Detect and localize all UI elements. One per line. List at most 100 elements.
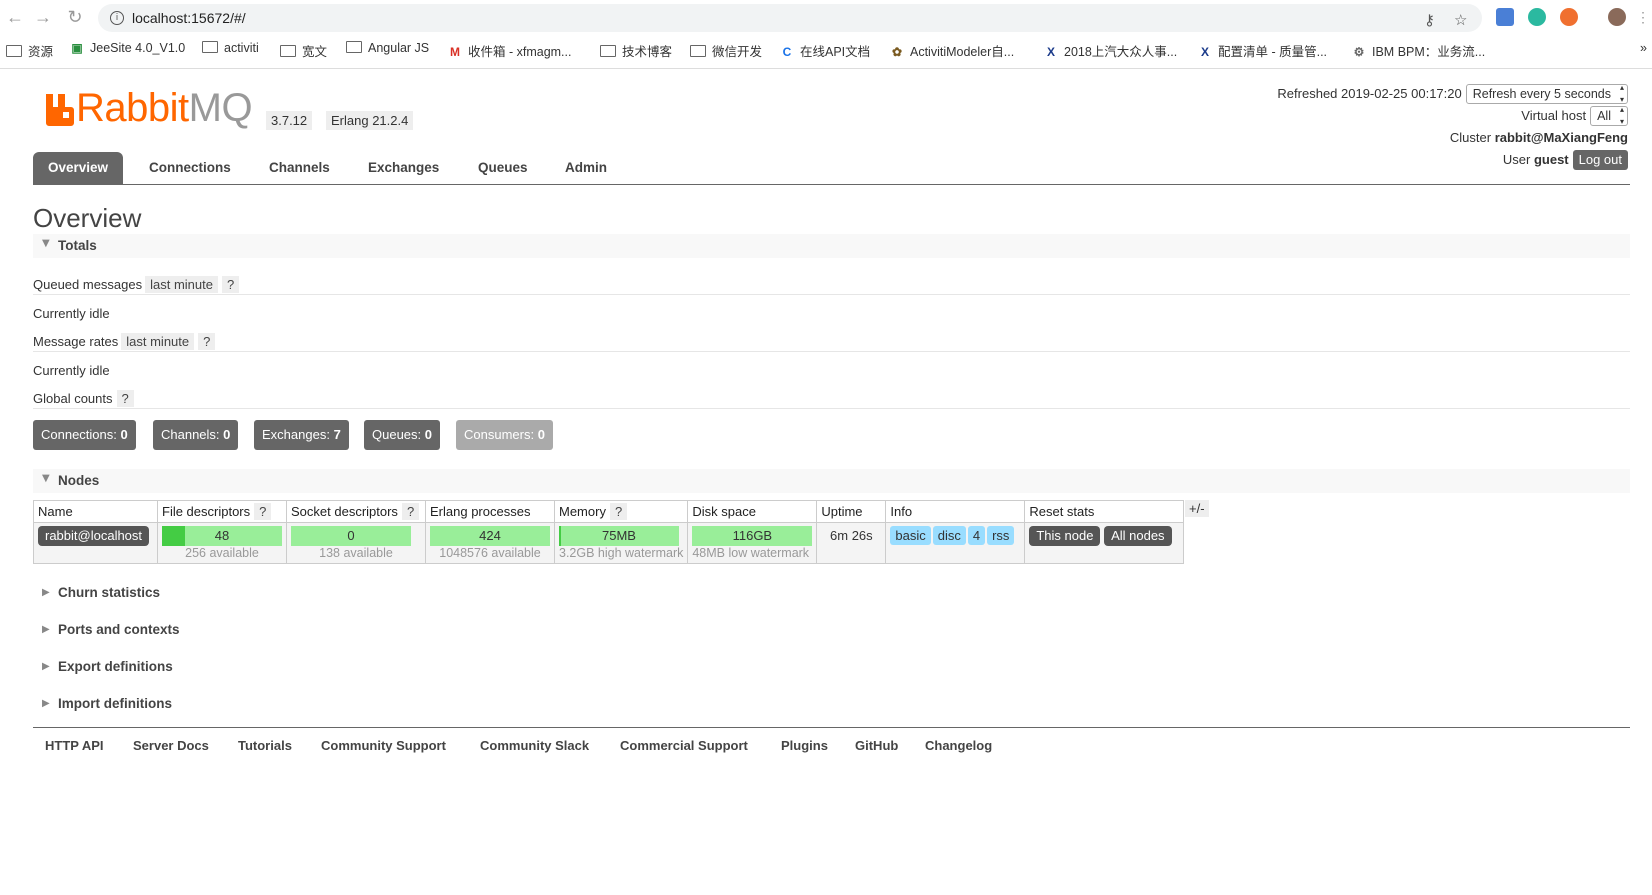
column-header: Name bbox=[33, 500, 158, 523]
channels-count-button[interactable]: Channels: 0 bbox=[153, 420, 239, 450]
connections-count-button[interactable]: Connections: 0 bbox=[33, 420, 136, 450]
bookmarks-overflow[interactable]: » bbox=[1640, 41, 1647, 55]
bookmark-folder[interactable]: 技术博客 bbox=[600, 41, 672, 60]
file-descriptors-cell: 48 256 available bbox=[157, 522, 287, 564]
footer-link-plugins[interactable]: Plugins bbox=[781, 738, 828, 753]
reset-all-nodes-button[interactable]: All nodes bbox=[1104, 526, 1172, 546]
expanded-triangle-icon: ▼ bbox=[42, 473, 50, 484]
node-name-link[interactable]: rabbit@localhost bbox=[38, 526, 150, 546]
bookmark[interactable]: ▣ JeeSite 4.0_V1.0 bbox=[70, 41, 185, 55]
column-header: File descriptors? bbox=[157, 500, 287, 523]
refresh-select[interactable]: Refresh every 5 seconds bbox=[1465, 82, 1628, 106]
footer-link-commercial-support[interactable]: Commercial Support bbox=[620, 738, 748, 753]
table-header-row: Name File descriptors? Socket descriptor… bbox=[33, 500, 1185, 523]
tab-admin[interactable]: Admin bbox=[565, 152, 607, 184]
bookmark[interactable]: ⚙ IBM BPM：业务流... bbox=[1352, 41, 1486, 60]
logo-wordmark: RabbitMQ bbox=[76, 86, 253, 130]
bookmark-folder[interactable]: 宽文 bbox=[280, 41, 327, 60]
bookmark-site-icon: C bbox=[782, 45, 792, 59]
forward-arrow-icon[interactable]: → bbox=[32, 6, 54, 28]
message-rates-label: Message rates bbox=[33, 334, 119, 349]
vhost-select[interactable]: All bbox=[1590, 104, 1628, 128]
footer-link-http-api[interactable]: HTTP API bbox=[45, 738, 104, 753]
bookmark[interactable]: ✿ ActivitiModeler自... bbox=[890, 41, 1014, 60]
footer-link-tutorials[interactable]: Tutorials bbox=[238, 738, 292, 753]
collapsed-triangle-icon: ▶ bbox=[42, 587, 50, 598]
tab-connections[interactable]: Connections bbox=[149, 152, 231, 184]
info-tag: disc bbox=[932, 526, 966, 545]
global-counts-label: Global counts bbox=[33, 391, 113, 406]
help-icon[interactable]: ? bbox=[198, 333, 216, 350]
bookmark[interactable]: X 2018上汽大众人事... bbox=[1044, 41, 1177, 60]
site-info-icon[interactable]: i bbox=[110, 11, 124, 25]
bookmarks-bar: 资源 ▣ JeeSite 4.0_V1.0 activiti 宽文 Angular… bbox=[0, 38, 1652, 60]
reset-this-node-button[interactable]: This node bbox=[1029, 526, 1101, 546]
reload-icon[interactable]: ↻ bbox=[64, 6, 86, 28]
divider bbox=[33, 294, 1630, 295]
folder-icon bbox=[202, 41, 218, 53]
back-arrow-icon[interactable]: ← bbox=[4, 6, 26, 28]
menu-dots-icon[interactable]: ⋮ bbox=[1632, 6, 1652, 28]
main-tabs: Overview Connections Channels Exchanges … bbox=[33, 152, 1630, 185]
footer-link-community-slack[interactable]: Community Slack bbox=[480, 738, 589, 753]
exchanges-count-button[interactable]: Exchanges: 7 bbox=[254, 420, 349, 450]
nodes-table: Name File descriptors? Socket descriptor… bbox=[33, 500, 1185, 564]
totals-section-header[interactable]: ▼ Totals bbox=[33, 234, 1630, 258]
help-icon[interactable]: ? bbox=[222, 276, 240, 293]
queued-messages-row: Queued messages last minute? bbox=[33, 276, 240, 293]
bookmark[interactable]: M 收件箱 - xfmagm... bbox=[448, 41, 571, 60]
footer-link-server-docs[interactable]: Server Docs bbox=[133, 738, 209, 753]
help-icon[interactable]: ? bbox=[116, 390, 134, 407]
profile-avatar[interactable] bbox=[1608, 8, 1626, 26]
collapsed-triangle-icon: ▶ bbox=[42, 698, 50, 709]
column-header: Disk space bbox=[687, 500, 818, 523]
column-header: Memory? bbox=[553, 500, 689, 523]
tab-channels[interactable]: Channels bbox=[269, 152, 330, 184]
extension-icon-2[interactable] bbox=[1560, 8, 1578, 26]
folder-icon bbox=[346, 41, 362, 53]
bookmark[interactable]: C 在线API文档 bbox=[780, 41, 871, 60]
socket-descriptors-bar: 0 bbox=[291, 526, 411, 546]
toggle-columns-button[interactable]: +/- bbox=[1185, 500, 1209, 517]
extension-icon[interactable] bbox=[1528, 8, 1546, 26]
consumers-count-button[interactable]: Consumers: 0 bbox=[456, 420, 553, 450]
footer: HTTP API Server Docs Tutorials Community… bbox=[33, 727, 1630, 753]
bookmark-folder[interactable]: 资源 bbox=[6, 41, 53, 60]
bookmark-site-icon: ⚙ bbox=[1353, 45, 1365, 59]
key-icon[interactable]: ⚷ bbox=[1424, 11, 1435, 29]
divider bbox=[33, 351, 1630, 352]
translate-extension-icon[interactable] bbox=[1496, 8, 1514, 26]
footer-link-changelog[interactable]: Changelog bbox=[925, 738, 992, 753]
folder-icon bbox=[690, 45, 706, 57]
tab-overview[interactable]: Overview bbox=[33, 152, 124, 184]
bookmark-folder[interactable]: 微信开发 bbox=[690, 41, 762, 60]
help-icon[interactable]: ? bbox=[254, 503, 272, 520]
disk-space-bar: 116GB bbox=[692, 526, 813, 546]
column-header: Erlang processes bbox=[425, 500, 555, 523]
footer-link-github[interactable]: GitHub bbox=[855, 738, 898, 753]
folder-icon bbox=[280, 45, 296, 57]
star-icon[interactable]: ☆ bbox=[1454, 11, 1467, 29]
bookmark[interactable]: X 配置清单 - 质量管... bbox=[1198, 41, 1327, 60]
help-icon[interactable]: ? bbox=[401, 503, 420, 520]
address-bar[interactable]: i localhost:15672/#/ ⚷ ☆ bbox=[98, 4, 1482, 32]
erlang-processes-bar: 424 bbox=[430, 526, 550, 546]
nodes-section-header[interactable]: ▼ Nodes bbox=[33, 469, 1630, 493]
info-tag: 4 bbox=[967, 526, 986, 545]
bookmark-folder[interactable]: Angular JS bbox=[346, 41, 429, 55]
tab-exchanges[interactable]: Exchanges bbox=[368, 152, 439, 184]
queued-range-chip[interactable]: last minute bbox=[145, 276, 218, 293]
info-tag: rss bbox=[987, 526, 1015, 545]
rabbitmq-logo-icon bbox=[46, 94, 74, 126]
nodes-title: Nodes bbox=[58, 473, 100, 488]
column-header: Info bbox=[885, 500, 1026, 523]
tab-queues[interactable]: Queues bbox=[478, 152, 528, 184]
table-row: rabbit@localhost 48 256 available 0 138 … bbox=[33, 522, 1185, 564]
queues-count-button[interactable]: Queues: 0 bbox=[364, 420, 441, 450]
memory-bar: 75MB bbox=[559, 526, 679, 546]
rates-range-chip[interactable]: last minute bbox=[121, 333, 195, 350]
reset-stats-cell: This node All nodes bbox=[1024, 522, 1185, 564]
footer-link-community-support[interactable]: Community Support bbox=[321, 738, 446, 753]
bookmark-folder[interactable]: activiti bbox=[202, 41, 259, 55]
help-icon[interactable]: ? bbox=[609, 503, 628, 520]
